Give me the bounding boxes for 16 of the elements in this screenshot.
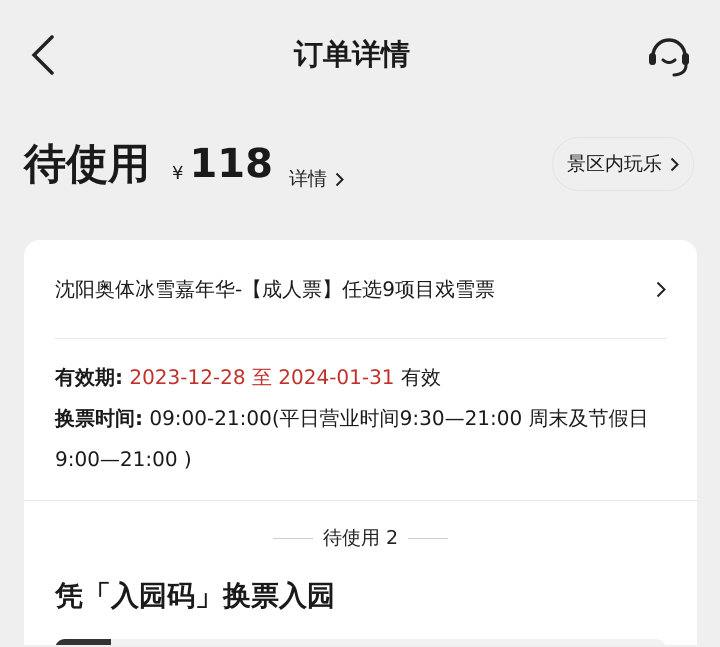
chevron-icon[interactable] (656, 280, 666, 298)
validity-suffix: 有效 (400, 365, 441, 389)
chevron-icon (334, 172, 344, 186)
exchange-time: 换票时间: 09:00-21:00(平日营业时间9:30—21:00 周末及节假日9:00—21:00 ) (55, 405, 650, 473)
category-tag[interactable]: 景区内玩乐 (552, 137, 694, 191)
status-label: 待使用 (24, 138, 150, 190)
section-divider-label: 待使用 2 (322, 526, 398, 551)
validity-dates: 2023-12-28 至 2024-01-31 (129, 365, 395, 389)
details-link[interactable]: 详情 (288, 166, 344, 192)
validity-label: 有效期: (55, 365, 123, 389)
currency-symbol: ¥ (172, 163, 184, 184)
chevron-icon (670, 156, 679, 172)
page-title: 订单详情 (294, 36, 410, 73)
product-name[interactable]: 沈阳奥体冰雪嘉年华-【成人票】任选9项目戏雪票 (55, 276, 495, 302)
price-amount: 118 (189, 141, 273, 187)
section-heading: 凭「入园码」换票入园 (55, 578, 336, 614)
